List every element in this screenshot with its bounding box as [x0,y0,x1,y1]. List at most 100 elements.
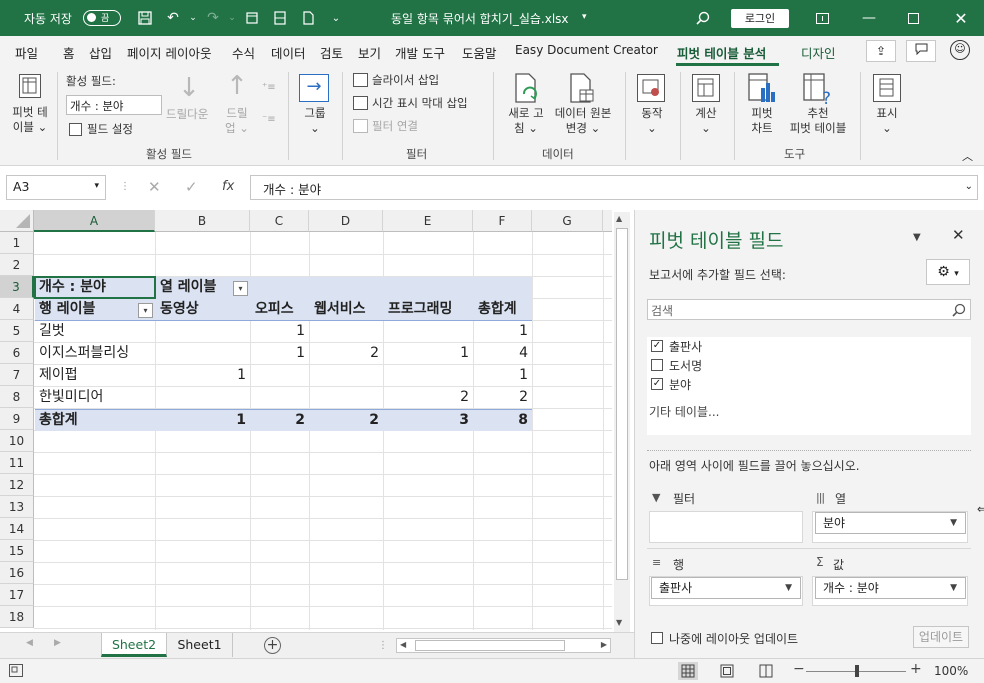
select-all-corner[interactable] [0,210,34,232]
collapse-ribbon-icon[interactable]: ︿ [962,148,973,164]
actions-button[interactable]: 동작 ⌄ [634,106,670,136]
name-box-dropdown-icon[interactable]: ▾ [94,181,99,191]
name-box[interactable]: A3 ▾ [6,175,106,200]
field-checkbox[interactable]: ✓ [651,378,663,390]
pivot-value[interactable] [155,320,250,342]
tab-developer[interactable]: 개발 도구 [395,43,445,62]
save-icon[interactable] [134,0,156,36]
maximize-icon[interactable] [898,0,928,36]
spreadsheet-grid[interactable]: A B C D E F G 1 2 3 4 5 6 7 8 9 10 11 12… [0,210,612,630]
field-name[interactable]: 출판사 [669,338,702,355]
field-search-box[interactable]: 검색 [647,299,971,320]
pivot-value[interactable]: 1 [473,320,532,342]
row-header[interactable]: 5 [0,320,34,342]
pivot-value[interactable]: 1 [250,342,309,364]
values-field-dropdown[interactable]: 개수 : 분야 ▼ [815,577,966,599]
row-header[interactable]: 14 [0,518,34,540]
close-window-icon[interactable]: ✕ [946,0,976,36]
pivot-col-header[interactable]: 동영상 [156,298,203,320]
row-header[interactable]: 16 [0,562,34,584]
zoom-in-icon[interactable]: + [910,661,922,677]
scroll-down-icon[interactable]: ▼ [616,618,622,627]
field-settings-button[interactable]: 필드 설정 [87,121,133,137]
tab-design[interactable]: 디자인 [801,43,836,62]
row-header[interactable]: 1 [0,232,34,254]
confirm-entry-icon[interactable]: ✓ [185,178,198,196]
cancel-entry-icon[interactable]: ✕ [148,178,161,196]
pivot-total-label[interactable]: 총합계 [35,409,82,431]
formula-input[interactable]: 개수 : 분야 ⌄ [250,175,978,200]
pivot-value[interactable] [309,386,383,408]
pivot-col-header[interactable]: 웹서비스 [310,298,370,320]
customize-toolbar-icon[interactable]: ⌄ [327,0,345,36]
pivot-col-header[interactable]: 프로그래밍 [384,298,456,320]
row-header[interactable]: 18 [0,606,34,628]
redo-icon[interactable]: ↷ [202,0,224,36]
scroll-up-icon[interactable]: ▲ [616,214,622,223]
pivot-total-value[interactable]: 2 [250,409,309,431]
resize-handle-icon[interactable]: ⟺ [977,502,984,516]
row-header[interactable]: 4 [0,298,34,320]
row-header[interactable]: 3 [0,276,34,298]
pivot-total-value[interactable]: 3 [383,409,473,431]
page-break-view-icon[interactable] [759,664,773,681]
pivot-value[interactable]: 2 [309,342,383,364]
pivot-chart-button[interactable]: 피벗 차트 [742,106,782,136]
column-header[interactable]: G [532,210,603,232]
row-header[interactable]: 12 [0,474,34,496]
field-checkbox[interactable]: ✓ [651,340,663,352]
tab-help[interactable]: 도움말 [462,43,497,62]
share-icon[interactable]: ⇪ [866,40,896,62]
comments-icon[interactable] [906,40,936,62]
tab-easy-document-creator[interactable]: Easy Document Creator [515,43,658,57]
drill-up-button[interactable]: 드릴 업 ⌄ [222,106,252,136]
pivot-value[interactable] [155,386,250,408]
pivot-value[interactable] [155,342,250,364]
pivot-col-labels[interactable]: 열 레이블 [156,276,220,298]
feedback-smiley-icon[interactable]: ☺ [950,40,970,60]
insert-function-icon[interactable]: fx [222,179,234,194]
expand-formula-icon[interactable]: ⌄ [965,181,973,192]
pivot-row-name[interactable]: 제이펍 [35,364,82,386]
pivot-row-name[interactable]: 길벗 [35,320,69,342]
tab-home[interactable]: 홈 [63,43,75,62]
pivot-value[interactable]: 1 [473,364,532,386]
group-button[interactable]: 그룹 ⌄ [298,106,332,136]
tab-file[interactable]: 파일 [15,43,38,62]
col-filter-dropdown-icon[interactable]: ▾ [233,281,248,296]
field-name[interactable]: 도서명 [669,357,702,374]
column-header[interactable]: A [34,210,155,232]
drill-down-button[interactable]: 드릴다운 [166,106,208,122]
add-sheet-icon[interactable]: + [264,637,281,654]
pane-options-dropdown-icon[interactable]: ▼ [913,232,921,243]
pivot-row-name[interactable]: 한빛미디어 [35,386,107,408]
tab-insert[interactable]: 삽입 [89,43,112,62]
row-header[interactable]: 13 [0,496,34,518]
pivot-value[interactable] [383,320,473,342]
pivot-row-labels[interactable]: 행 레이블 [35,298,99,320]
row-header[interactable]: 9 [0,408,34,430]
column-header[interactable]: E [383,210,473,232]
autosave-toggle[interactable]: 끔 [83,10,121,26]
pivot-total-value[interactable]: 2 [309,409,383,431]
recommended-pivot-button[interactable]: 추천 피벗 테이블 [782,106,854,136]
document-icon[interactable] [297,0,319,36]
next-sheet-icon[interactable]: ▶ [54,638,61,648]
field-checkbox[interactable] [651,359,663,371]
redo-dropdown-icon[interactable]: ⌄ [225,0,239,36]
insert-slicer-button[interactable]: 슬라이서 삽입 [372,72,439,88]
rows-field-dropdown[interactable]: 출판사 ▼ [651,577,801,599]
row-header[interactable]: 11 [0,452,34,474]
row-header[interactable]: 7 [0,364,34,386]
minimize-icon[interactable]: — [854,0,884,36]
pivot-value[interactable]: 1 [383,342,473,364]
tab-review[interactable]: 검토 [320,43,343,62]
row-header[interactable]: 10 [0,430,34,452]
pivot-row-name[interactable]: 이지스퍼블리싱 [35,342,133,364]
row-header[interactable]: 6 [0,342,34,364]
defer-update-checkbox[interactable] [651,632,663,644]
zoom-level[interactable]: 100% [934,664,968,678]
column-header[interactable]: C [250,210,309,232]
change-data-source-button[interactable]: 데이터 원본 변경 ⌄ [550,106,616,136]
page-layout-view-icon[interactable] [720,664,734,681]
